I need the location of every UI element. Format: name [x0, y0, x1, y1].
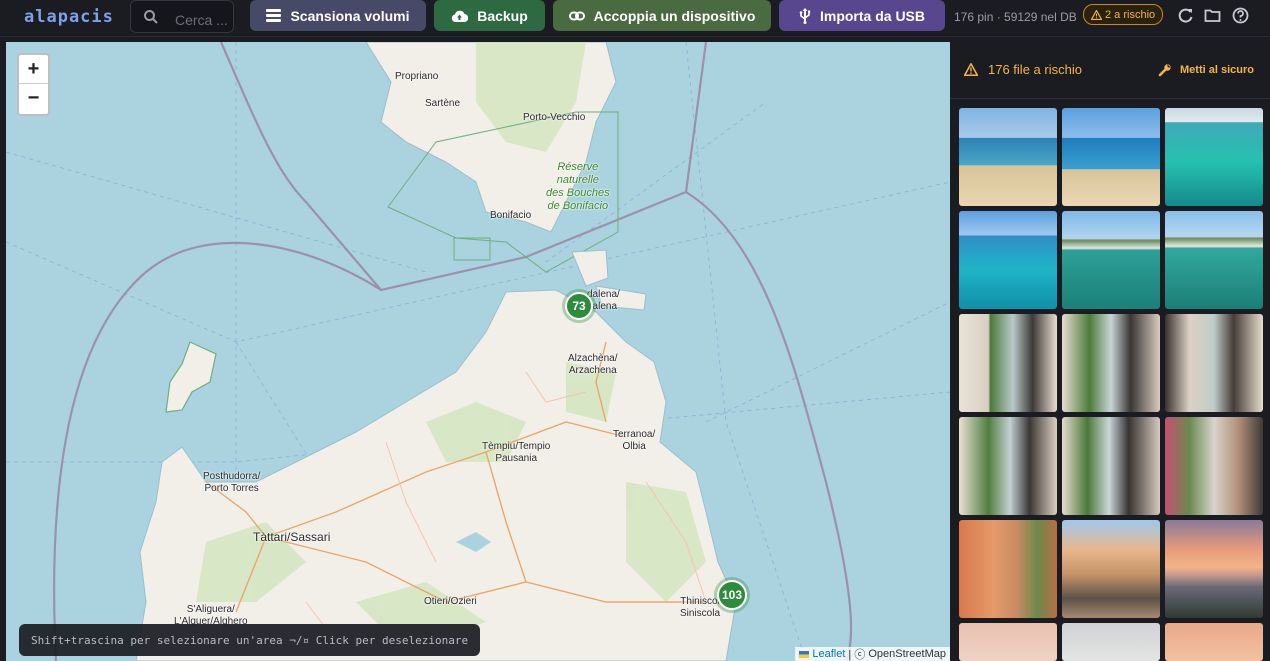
photo-thumbnail[interactable]: [1062, 314, 1160, 412]
photo-thumbnail[interactable]: [1062, 108, 1160, 206]
map-label-reserve: Réserve naturelle des Bouches de Bonifac…: [546, 161, 610, 212]
photo-thumbnail[interactable]: [959, 520, 1057, 618]
pair-device-button[interactable]: Accoppia un dispositivo: [553, 0, 771, 31]
search-icon: [144, 10, 158, 24]
import-usb-label: Importa da USB: [819, 7, 925, 24]
map-label-ozieri: Otieri/Ozieri: [424, 596, 477, 607]
photo-thumbnail[interactable]: [959, 211, 1057, 309]
photo-thumbnail[interactable]: [1165, 417, 1263, 515]
photo-thumbnail[interactable]: [1165, 108, 1263, 206]
map-tiles: [6, 42, 950, 661]
map-label-sartene: Sartène: [425, 98, 461, 109]
backup-label: Backup: [477, 7, 528, 24]
leaflet-link[interactable]: Leaflet: [812, 648, 845, 660]
ukraine-flag-icon: [799, 650, 810, 658]
photo-thumbnail[interactable]: [959, 314, 1057, 412]
zoom-in-button[interactable]: +: [19, 55, 48, 84]
risk-title: 176 file a rischio: [988, 62, 1082, 77]
zoom-control: + −: [17, 53, 50, 116]
photo-thumbnail[interactable]: [1062, 520, 1160, 618]
import-usb-button[interactable]: Importa da USB: [779, 0, 945, 31]
photo-thumbnail[interactable]: [1165, 314, 1263, 412]
usb-icon: [799, 7, 811, 24]
photo-thumbnail[interactable]: [959, 417, 1057, 515]
make-safe-button[interactable]: Metti al sicuro: [1158, 63, 1254, 77]
map-label-bonifacio: Bonifacio: [490, 210, 532, 221]
make-safe-label: Metti al sicuro: [1180, 64, 1254, 76]
wrench-icon: [1158, 64, 1171, 77]
top-toolbar: alapacis Cerca ... Scansiona volumi Back…: [0, 0, 1270, 37]
scan-volumes-button[interactable]: Scansiona volumi: [250, 0, 426, 31]
map-attribution: Leaflet | ⓒ OpenStreetMap: [795, 647, 950, 661]
app-window: alapacis Cerca ... Scansiona volumi Back…: [0, 0, 1270, 661]
risk-summary: 176 file a rischio: [964, 62, 1082, 77]
map-label-siniscola: Thiniscol Siniscola: [680, 596, 721, 619]
map-label-olbia: Terranoa/ Olbia: [613, 429, 656, 452]
photo-thumbnail[interactable]: [1062, 623, 1160, 661]
risk-badge-label: 2 a rischio: [1105, 8, 1156, 21]
zoom-out-button[interactable]: −: [19, 84, 48, 113]
photo-thumbnail[interactable]: [1165, 623, 1263, 661]
warning-icon: [1091, 9, 1102, 20]
map-cluster-marker[interactable]: 103: [717, 580, 747, 610]
scan-volumes-label: Scansiona volumi: [290, 7, 410, 24]
backup-button[interactable]: Backup: [434, 0, 545, 31]
photo-thumbnail[interactable]: [1165, 211, 1263, 309]
app-brand: alapacis: [24, 7, 114, 27]
map-cluster-marker[interactable]: 73: [565, 292, 593, 320]
cloud-upload-icon: [452, 10, 469, 22]
warning-icon: [964, 63, 978, 76]
photo-thumbnail[interactable]: [959, 623, 1057, 661]
risk-badge[interactable]: 2 a rischio: [1083, 4, 1164, 25]
photo-thumbnail[interactable]: [1165, 520, 1263, 618]
risk-panel: 176 file a rischio Metti al sicuro: [950, 37, 1270, 661]
link-icon: [568, 11, 585, 20]
attribution-separator: | ⓒ: [848, 649, 866, 661]
search-box[interactable]: Cerca ...: [130, 0, 234, 33]
osm-attribution[interactable]: OpenStreetMap: [868, 648, 946, 660]
folder-icon[interactable]: [1204, 7, 1221, 24]
photo-thumbnail[interactable]: [959, 108, 1057, 206]
selection-hint: Shift+trascina per selezionare un'area ¬…: [19, 624, 481, 656]
help-icon[interactable]: [1232, 7, 1249, 24]
risk-panel-header: 176 file a rischio Metti al sicuro: [950, 37, 1270, 99]
list-icon: [266, 9, 282, 22]
photo-thumbnail[interactable]: [1062, 417, 1160, 515]
search-input[interactable]: Cerca ...: [175, 12, 228, 28]
pair-device-label: Accoppia un dispositivo: [593, 7, 756, 24]
map-label-propriano: Propriano: [395, 71, 439, 82]
map-view[interactable]: Propriano Sartène Porto-Vecchio Bonifaci…: [6, 42, 950, 661]
pin-stats: 176 pin · 59129 nel DB: [954, 10, 1077, 24]
photo-thumbnail[interactable]: [1062, 211, 1160, 309]
refresh-icon[interactable]: [1177, 7, 1194, 24]
map-label-tempio: Tèmpiu/Tempio Pausania: [482, 441, 551, 464]
map-label-porto-torres: Posthudorra/ Porto Torres: [203, 471, 261, 494]
map-label-arzachena: Alzachèna/ Arzachena: [568, 353, 618, 376]
map-label-sassari: Tàttari/Sassari: [253, 530, 331, 544]
map-label-porto-vecchio: Porto-Vecchio: [523, 112, 586, 123]
